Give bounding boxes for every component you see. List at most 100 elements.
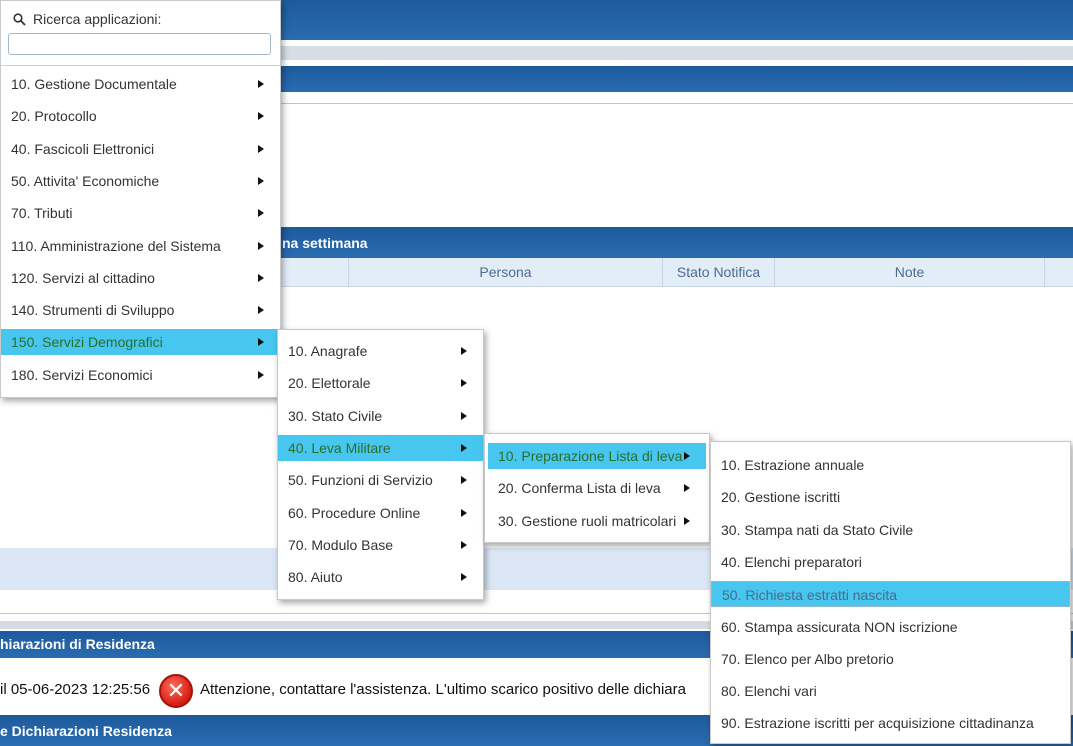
submenu-arrow-icon	[258, 241, 264, 250]
menu-item-30-gestione-ruoli-matricolari[interactable]: 30. Gestione ruoli matricolari	[488, 508, 706, 534]
leva-militare-submenu: 10. Preparazione Lista di leva 20. Confer…	[484, 433, 710, 543]
grid-col-note[interactable]: Note	[774, 258, 1044, 287]
menu-item-label: 110. Amministrazione del Sistema	[11, 237, 221, 254]
submenu-arrow-icon	[258, 209, 264, 218]
search-input[interactable]	[8, 33, 271, 55]
submenu-arrow-icon	[258, 338, 264, 347]
menu-item-label: 40. Fascicoli Elettronici	[11, 140, 155, 157]
menu-separator	[1, 65, 280, 66]
submenu-arrow-icon	[461, 508, 467, 517]
submenu-arrow-icon	[461, 573, 467, 582]
menu-item-10-preparazione-lista-di-leva[interactable]: 10. Preparazione Lista di leva	[488, 443, 706, 469]
menu-item-40-leva-militare[interactable]: 40. Leva Militare	[278, 434, 483, 461]
search-label: Ricerca applicazioni:	[33, 11, 162, 27]
menu-item-150-servizi-demografici[interactable]: 150. Servizi Demografici	[1, 329, 280, 356]
submenu-arrow-icon	[684, 452, 690, 460]
menu-item-label: 20. Protocollo	[11, 108, 97, 125]
grid-col-end	[1044, 258, 1073, 287]
menu-item-60-stampa-assicurata-non-iscrizione[interactable]: 60. Stampa assicurata NON iscrizione	[711, 614, 1070, 640]
menu-item-50-attivita-economiche[interactable]: 50. Attivita' Economiche	[1, 168, 280, 194]
menu-item-90-estrazione-iscritti-per-acquisizione-cittadinanza[interactable]: 90. Estrazione iscritti per acquisizione…	[711, 710, 1070, 736]
menu-item-label: 10. Preparazione Lista di leva	[498, 448, 683, 464]
menu-item-180-servizi-economici[interactable]: 180. Servizi Economici	[1, 362, 280, 388]
menu-item-label: 120. Servizi al cittadino	[11, 269, 155, 286]
submenu-arrow-icon	[461, 411, 467, 420]
menu-item-label: 30. Gestione ruoli matricolari	[498, 512, 677, 529]
submenu-arrow-icon	[684, 516, 690, 525]
search-icon	[13, 13, 26, 26]
submenu-arrow-icon	[684, 484, 690, 493]
grid-col-stato-notifica[interactable]: Stato Notifica	[662, 258, 774, 287]
menu-item-label: 60. Procedure Online	[288, 504, 421, 521]
menu-item-label: 10. Gestione Documentale	[11, 76, 177, 92]
menu-item-label: 50. Attivita' Economiche	[11, 172, 160, 189]
menu-item-30-stampa-nati-da-stato-civile[interactable]: 30. Stampa nati da Stato Civile	[711, 517, 1070, 543]
menu-item-60-procedure-online[interactable]: 60. Procedure Online	[278, 500, 483, 526]
menu-item-label: 80. Elenchi vari	[721, 683, 817, 700]
section-title-week: na settimana	[282, 235, 368, 251]
submenu-arrow-icon	[258, 176, 264, 185]
menu-item-20-elettorale[interactable]: 20. Elettorale	[278, 370, 483, 396]
menu-item-label: 10. Anagrafe	[288, 343, 368, 359]
submenu-arrow-icon	[258, 306, 264, 315]
preparazione-submenu: 10. Estrazione annuale 20. Gestione iscri…	[710, 441, 1071, 744]
menu-item-70-modulo-base[interactable]: 70. Modulo Base	[278, 532, 483, 558]
menu-item-10-anagrafe[interactable]: 10. Anagrafe	[278, 338, 483, 364]
menu-item-10-estrazione-annuale[interactable]: 10. Estrazione annuale	[711, 452, 1070, 478]
applications-menu: Ricerca applicazioni: 10. Gestione Docum…	[0, 0, 281, 398]
menu-item-label: 70. Elenco per Albo pretorio	[721, 650, 894, 667]
section-title-dich-residenza: e Dichiarazioni Residenza	[0, 723, 172, 739]
submenu-arrow-icon	[461, 540, 467, 549]
menu-item-110-amministrazione-del-sistema[interactable]: 110. Amministrazione del Sistema	[1, 233, 280, 259]
menu-item-label: 70. Tributi	[11, 205, 73, 222]
warning-message: Attenzione, contattare l'assistenza. L'u…	[200, 681, 686, 698]
menu-item-20-gestione-iscritti[interactable]: 20. Gestione iscritti	[711, 484, 1070, 510]
menu-item-label: 60. Stampa assicurata NON iscrizione	[721, 618, 958, 635]
submenu-arrow-icon	[461, 443, 467, 452]
menu-item-80-aiuto[interactable]: 80. Aiuto	[278, 564, 483, 590]
menu-item-70-tributi[interactable]: 70. Tributi	[1, 200, 280, 226]
menu-item-50-richiesta-estratti-nascita[interactable]: 50. Richiesta estratti nascita	[711, 581, 1070, 608]
menu-item-label: 80. Aiuto	[288, 569, 343, 586]
error-icon: ✕	[159, 674, 193, 708]
menu-item-120-servizi-al-cittadino[interactable]: 120. Servizi al cittadino	[1, 265, 280, 291]
submenu-arrow-icon	[461, 347, 467, 355]
menu-item-50-funzioni-di-servizio[interactable]: 50. Funzioni di Servizio	[278, 467, 483, 493]
menu-item-10-gestione-documentale[interactable]: 10. Gestione Documentale	[1, 71, 280, 97]
section-title-residenza: hiarazioni di Residenza	[0, 636, 155, 652]
menu-item-label: 140. Strumenti di Sviluppo	[11, 302, 175, 319]
menu-item-label: 40. Elenchi preparatori	[721, 553, 862, 570]
menu-item-label: 20. Conferma Lista di leva	[498, 480, 661, 497]
menu-item-40-elenchi-preparatori[interactable]: 40. Elenchi preparatori	[711, 549, 1070, 575]
menu-item-30-stato-civile[interactable]: 30. Stato Civile	[278, 403, 483, 429]
menu-item-label: 20. Gestione iscritti	[721, 489, 841, 506]
menu-item-label: 70. Modulo Base	[288, 536, 394, 553]
menu-item-80-elenchi-vari[interactable]: 80. Elenchi vari	[711, 678, 1070, 704]
menu-item-140-strumenti-di-sviluppo[interactable]: 140. Strumenti di Sviluppo	[1, 297, 280, 323]
submenu-arrow-icon	[258, 370, 264, 379]
submenu-arrow-icon	[258, 273, 264, 282]
message-date: il 05-06-2023 12:25:56	[0, 681, 151, 698]
grid-col-persona[interactable]: Persona	[348, 258, 662, 287]
menu-item-label: 150. Servizi Demografici	[11, 334, 163, 351]
menu-item-20-conferma-lista-di-leva[interactable]: 20. Conferma Lista di leva	[488, 475, 706, 501]
submenu-arrow-icon	[258, 80, 264, 88]
menu-item-label: 20. Elettorale	[288, 375, 371, 392]
menu-item-label: 90. Estrazione iscritti per acquisizione…	[721, 715, 1034, 732]
menu-item-label: 180. Servizi Economici	[11, 366, 153, 383]
menu-item-label: 10. Estrazione annuale	[721, 457, 865, 473]
submenu-arrow-icon	[258, 112, 264, 121]
menu-item-label: 30. Stampa nati da Stato Civile	[721, 521, 914, 538]
submenu-arrow-icon	[461, 476, 467, 485]
menu-item-20-protocollo[interactable]: 20. Protocollo	[1, 103, 280, 129]
menu-item-70-elenco-per-albo-pretorio[interactable]: 70. Elenco per Albo pretorio	[711, 646, 1070, 672]
menu-item-label: 40. Leva Militare	[288, 439, 391, 456]
status-message: il 05-06-2023 12:25:56	[0, 672, 150, 708]
submenu-arrow-icon	[258, 144, 264, 153]
menu-item-40-fascicoli-elettronici[interactable]: 40. Fascicoli Elettronici	[1, 136, 280, 162]
menu-item-label: 50. Funzioni di Servizio	[288, 472, 433, 489]
demografici-submenu: 10. Anagrafe 20. Elettorale 30. Stato Civi…	[277, 329, 484, 600]
menu-item-label: 50. Richiesta estratti nascita	[722, 587, 898, 604]
menu-item-label: 30. Stato Civile	[288, 407, 383, 424]
submenu-arrow-icon	[461, 379, 467, 388]
